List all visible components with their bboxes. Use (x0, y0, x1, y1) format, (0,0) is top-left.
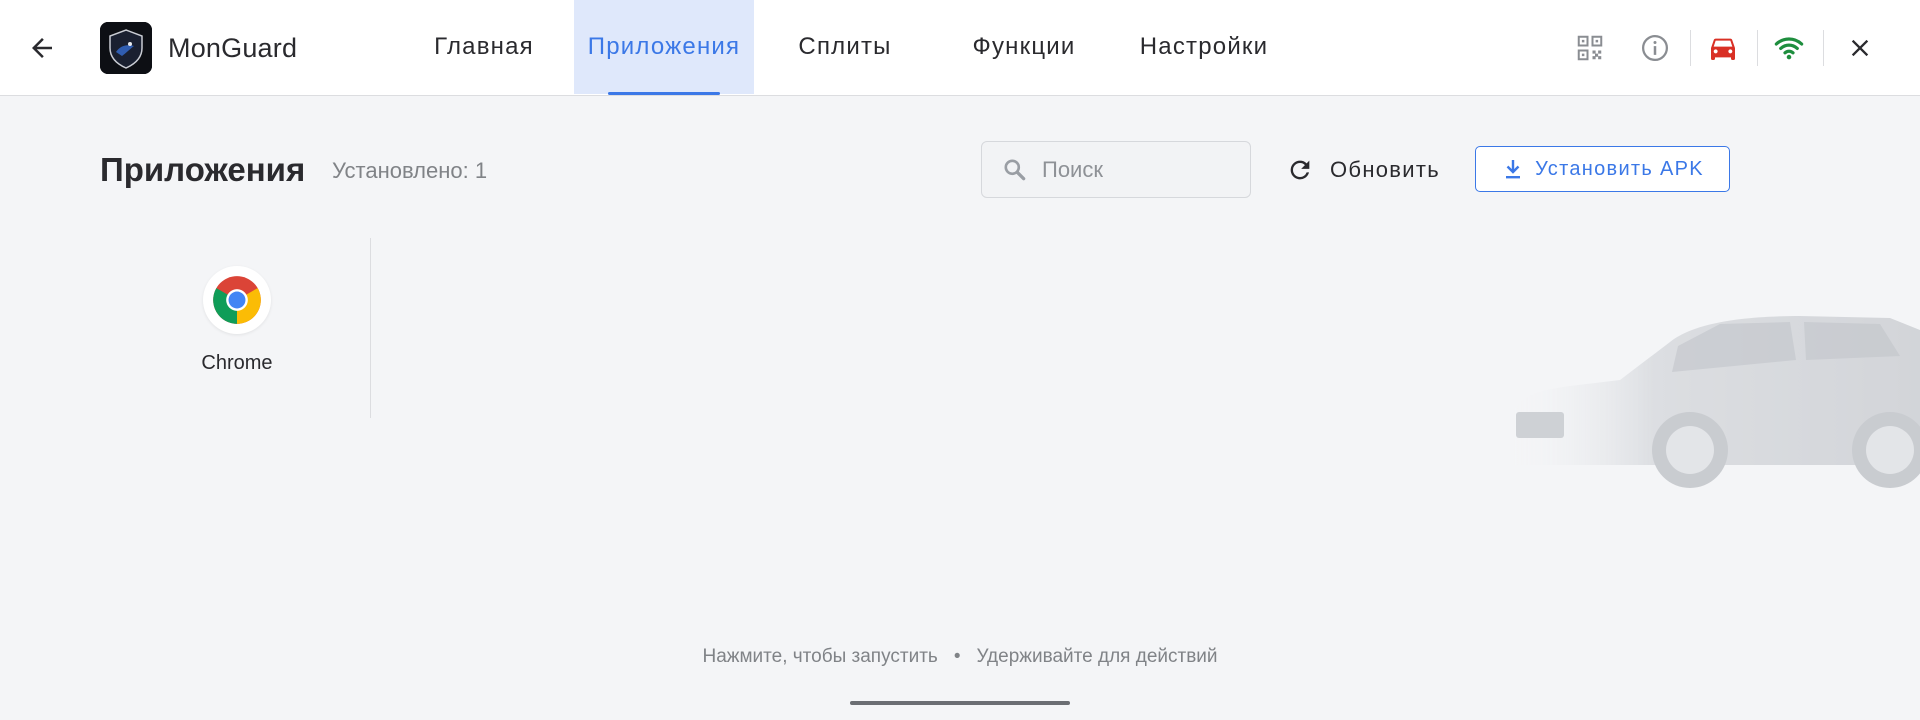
car-icon (1711, 38, 1735, 60)
refresh-button[interactable]: Обновить (1286, 150, 1440, 190)
top-bar: MonGuard Главная Приложения Сплиты Функц… (0, 0, 1920, 96)
refresh-label: Обновить (1330, 157, 1441, 182)
hint-separator: • (953, 646, 961, 667)
info-icon (1642, 35, 1668, 61)
close-button[interactable] (1840, 28, 1880, 68)
home-indicator[interactable] (850, 701, 1070, 705)
back-button[interactable] (22, 28, 62, 68)
app-icon (203, 266, 271, 334)
grid-divider (370, 238, 371, 418)
install-apk-label: Установить APK (1535, 157, 1704, 180)
toolbar-divider (1757, 30, 1758, 66)
info-button[interactable] (1635, 28, 1675, 68)
wifi-icon (1774, 37, 1804, 60)
app-tile-chrome[interactable]: Chrome (185, 266, 289, 396)
tab-settings[interactable]: Настройки (1124, 0, 1284, 94)
app-name: MonGuard (168, 33, 298, 63)
toolbar-divider (1690, 30, 1691, 66)
refresh-icon (1290, 160, 1310, 180)
wifi-status-button[interactable] (1769, 28, 1809, 68)
page-title: Приложения (100, 151, 306, 188)
tab-home[interactable]: Главная (420, 0, 548, 94)
tab-apps[interactable]: Приложения (574, 0, 754, 94)
close-icon (1851, 39, 1869, 57)
back-arrow-icon (32, 38, 52, 58)
download-icon (1506, 160, 1521, 179)
app-label: Chrome (201, 352, 273, 374)
search-input[interactable] (1042, 156, 1232, 183)
chrome-icon (213, 276, 261, 324)
tab-splits[interactable]: Сплиты (782, 0, 908, 94)
active-tab-indicator (608, 92, 720, 95)
toolbar-divider (1823, 30, 1824, 66)
app-logo (100, 22, 152, 74)
search-box[interactable] (981, 141, 1251, 198)
hint-hold: Удерживайте для действий (976, 646, 1218, 667)
qr-code-icon (1577, 35, 1603, 61)
install-apk-button[interactable]: Установить APK (1475, 146, 1730, 192)
search-icon (1002, 157, 1028, 183)
shield-logo-icon (100, 22, 152, 74)
qr-code-button[interactable] (1570, 28, 1610, 68)
car-status-button[interactable] (1703, 28, 1743, 68)
hint-tap: Нажмите, чтобы запустить (702, 646, 938, 667)
installed-count: Установлено: 1 (332, 158, 488, 183)
usage-hint: Нажмите, чтобы запустить • Удерживайте для… (0, 646, 1920, 668)
car-background-image (1510, 316, 1920, 488)
tab-functions[interactable]: Функции (958, 0, 1090, 94)
